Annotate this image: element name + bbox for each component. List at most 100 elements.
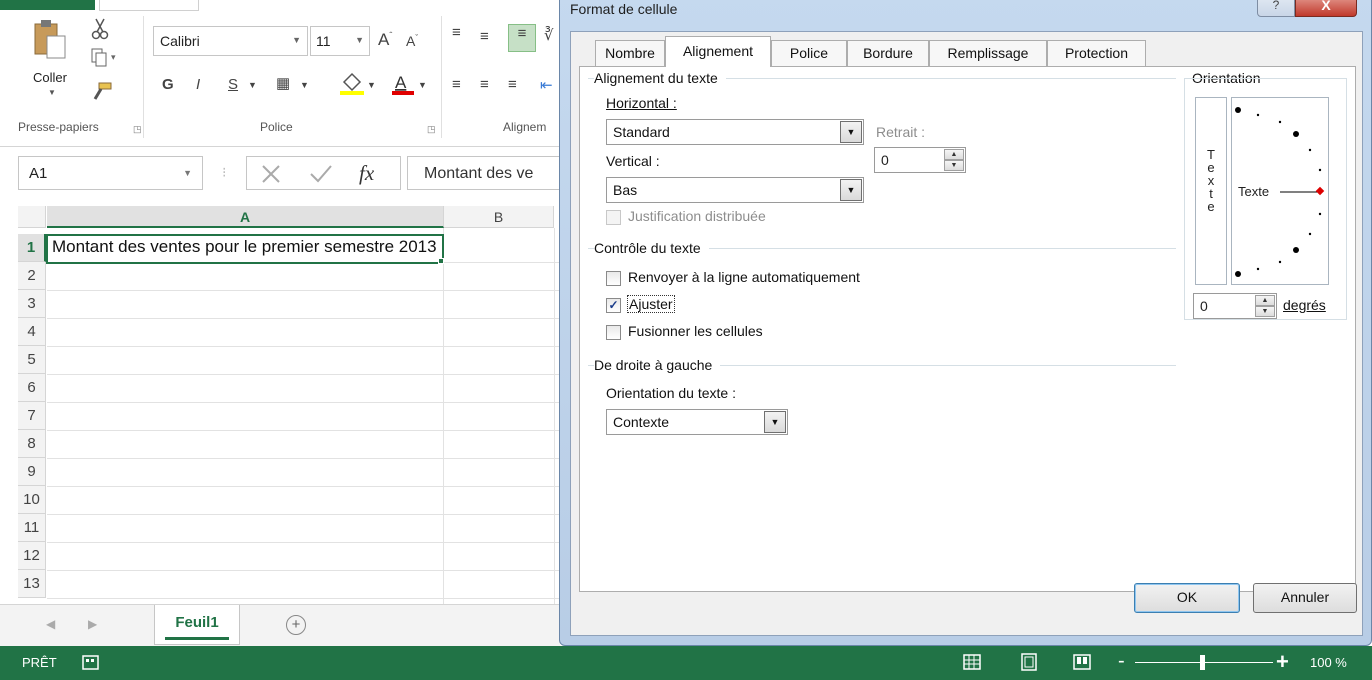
align-top-icon[interactable]: ≡: [452, 24, 461, 41]
page-break-view-icon[interactable]: [1072, 652, 1092, 672]
name-box[interactable]: A1 ▼: [18, 156, 203, 190]
align-middle-icon[interactable]: ≡: [480, 28, 489, 45]
ok-button[interactable]: OK: [1134, 583, 1240, 613]
cancel-entry-icon[interactable]: [257, 161, 285, 187]
row-header[interactable]: 5: [18, 346, 46, 374]
align-left-icon[interactable]: ≡: [452, 76, 461, 93]
cancel-button[interactable]: Annuler: [1253, 583, 1357, 613]
tab-bordure[interactable]: Bordure: [847, 40, 929, 66]
justify-distributed-checkbox[interactable]: [606, 210, 621, 225]
worksheet-grid[interactable]: A B 1 2 3 4 5 6 7 8 9 10 11 12 13 Montan…: [0, 206, 560, 604]
tab-nombre[interactable]: Nombre: [595, 40, 665, 66]
fill-color-dropdown-icon[interactable]: ▼: [367, 80, 376, 90]
sheet-nav-prev-icon[interactable]: ◀: [46, 617, 55, 631]
text-direction-select[interactable]: Contexte ▼: [606, 409, 788, 435]
fill-handle[interactable]: [438, 258, 444, 264]
row-header[interactable]: 1: [18, 234, 46, 262]
spin-down-icon[interactable]: ▼: [944, 160, 964, 171]
add-sheet-button[interactable]: +: [286, 615, 306, 635]
row-header[interactable]: 8: [18, 430, 46, 458]
font-color-icon[interactable]: A: [392, 70, 414, 100]
zoom-out-button[interactable]: -: [1118, 650, 1125, 673]
borders-dropdown-icon[interactable]: ▼: [300, 80, 309, 90]
chevron-down-icon[interactable]: ▼: [840, 179, 862, 201]
copy-icon[interactable]: ▾: [91, 48, 121, 71]
tab-police[interactable]: Police: [771, 40, 847, 66]
tab-file[interactable]: [0, 0, 95, 10]
row-header[interactable]: 12: [18, 542, 46, 570]
clipboard-launcher-icon[interactable]: ◳: [133, 124, 142, 135]
merge-cells-label[interactable]: Fusionner les cellules: [628, 323, 763, 339]
italic-button[interactable]: I: [196, 76, 200, 93]
spin-down-icon[interactable]: ▼: [1255, 306, 1275, 317]
row-header[interactable]: 7: [18, 402, 46, 430]
row-header[interactable]: 10: [18, 486, 46, 514]
zoom-level[interactable]: 100 %: [1310, 655, 1347, 670]
cut-icon[interactable]: [91, 18, 109, 43]
align-center-icon[interactable]: ≡: [480, 76, 489, 93]
paste-dropdown-icon[interactable]: ▼: [48, 88, 56, 97]
wrap-text-label[interactable]: Renvoyer à la ligne automatiquement: [628, 269, 860, 285]
orientation-icon[interactable]: ∛: [544, 26, 554, 44]
select-all-corner[interactable]: [18, 206, 46, 228]
borders-icon[interactable]: ▦: [276, 74, 290, 92]
chevron-down-icon[interactable]: ▼: [840, 121, 862, 143]
paste-icon[interactable]: [33, 18, 67, 60]
tab-protection[interactable]: Protection: [1047, 40, 1146, 66]
confirm-entry-icon[interactable]: [307, 161, 335, 187]
page-layout-view-icon[interactable]: [1019, 652, 1039, 672]
underline-dropdown-icon[interactable]: ▼: [248, 80, 257, 90]
merge-cells-checkbox[interactable]: [606, 325, 621, 340]
align-right-icon[interactable]: ≡: [508, 76, 517, 93]
orientation-dial[interactable]: Texte: [1231, 97, 1329, 285]
formula-bar-grip[interactable]: ⁝: [222, 164, 226, 181]
chevron-down-icon[interactable]: ▼: [183, 168, 192, 178]
column-header-a[interactable]: A: [47, 206, 444, 228]
font-name-select[interactable]: Calibri ▼: [153, 26, 308, 56]
normal-view-icon[interactable]: [962, 652, 982, 672]
align-bottom-icon[interactable]: ≡: [508, 24, 536, 52]
row-header[interactable]: 2: [18, 262, 46, 290]
shrink-to-fit-label[interactable]: Ajuster: [627, 295, 675, 313]
underline-button[interactable]: S: [228, 76, 238, 93]
vertical-select[interactable]: Bas ▼: [606, 177, 864, 203]
column-header-b[interactable]: B: [444, 206, 554, 228]
row-header[interactable]: 3: [18, 290, 46, 318]
insert-function-icon[interactable]: fx: [359, 161, 374, 186]
zoom-in-button[interactable]: +: [1276, 649, 1289, 675]
font-launcher-icon[interactable]: ◳: [427, 124, 436, 135]
font-color-dropdown-icon[interactable]: ▼: [418, 80, 427, 90]
row-header[interactable]: 6: [18, 374, 46, 402]
close-button[interactable]: X: [1295, 0, 1357, 17]
grow-font-button[interactable]: Aˆ: [378, 30, 392, 50]
row-header[interactable]: 13: [18, 570, 46, 598]
vertical-text-box[interactable]: T e x t e: [1195, 97, 1227, 285]
help-button[interactable]: ?: [1257, 0, 1295, 17]
format-painter-icon[interactable]: [91, 82, 113, 105]
tab-alignement[interactable]: Alignement: [665, 36, 771, 67]
zoom-slider-thumb[interactable]: [1200, 655, 1205, 670]
bold-button[interactable]: G: [162, 76, 174, 93]
row-header[interactable]: 9: [18, 458, 46, 486]
fill-color-icon[interactable]: [340, 70, 364, 100]
row-header[interactable]: 4: [18, 318, 46, 346]
degrees-spinner[interactable]: 0 ▲ ▼: [1193, 293, 1277, 319]
paste-button[interactable]: Coller: [33, 70, 67, 85]
indent-spinner[interactable]: 0 ▲ ▼: [874, 147, 966, 173]
wrap-text-checkbox[interactable]: [606, 271, 621, 286]
horizontal-select[interactable]: Standard ▼: [606, 119, 864, 145]
indent-icon[interactable]: ⇤: [540, 76, 553, 94]
macro-record-icon[interactable]: [82, 653, 100, 671]
chevron-down-icon[interactable]: ▼: [764, 411, 786, 433]
tab-home[interactable]: [99, 0, 199, 11]
sheet-tab-feuil1[interactable]: Feuil1: [154, 605, 240, 645]
shrink-to-fit-checkbox[interactable]: ✓: [606, 298, 621, 313]
spin-up-icon[interactable]: ▲: [1255, 295, 1275, 306]
shrink-font-button[interactable]: Aˇ: [406, 33, 418, 49]
formula-input[interactable]: Montant des ve: [407, 156, 567, 190]
sheet-nav-next-icon[interactable]: ▶: [88, 617, 97, 631]
spin-up-icon[interactable]: ▲: [944, 149, 964, 160]
tab-remplissage[interactable]: Remplissage: [929, 40, 1047, 66]
font-size-select[interactable]: 11 ▼: [310, 26, 370, 56]
row-header[interactable]: 11: [18, 514, 46, 542]
